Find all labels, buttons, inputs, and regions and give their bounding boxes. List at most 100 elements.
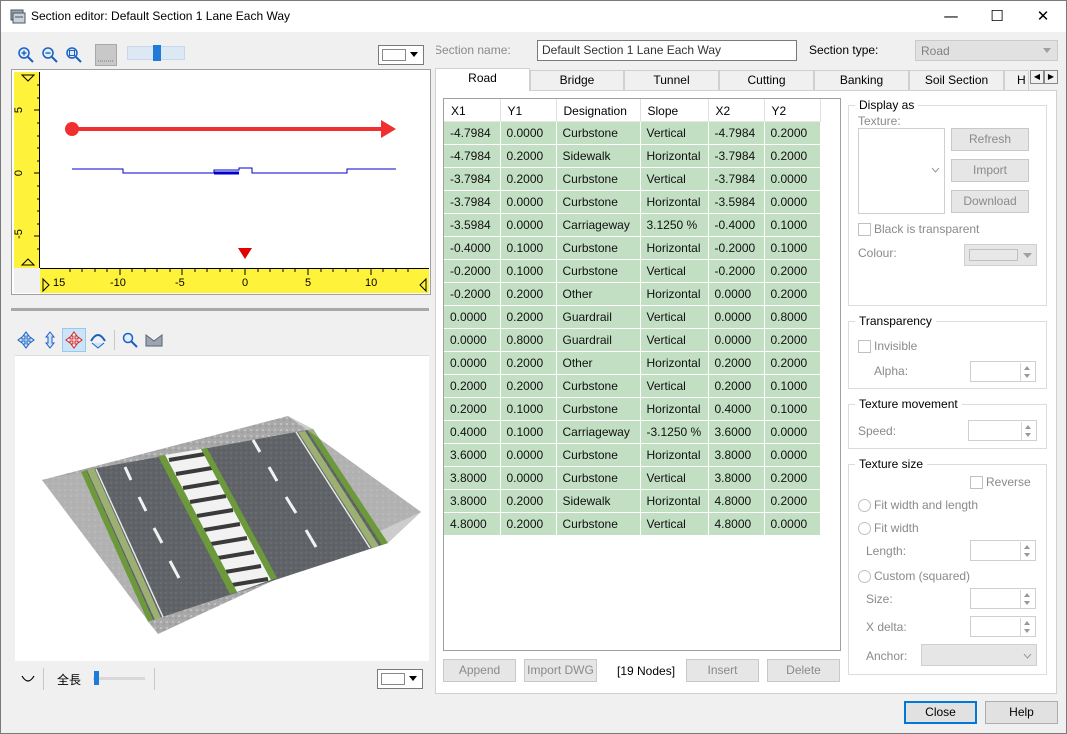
table-cell[interactable]: -3.7984 [708,144,765,168]
table-row[interactable]: -4.7984 0.2000 Sidewalk Horizontal -3.7984 0.… [444,144,821,168]
table-cell[interactable]: -3.7984 [708,167,765,191]
table-cell[interactable]: Vertical [640,512,709,536]
table-row[interactable]: -0.4000 0.1000 Curbstone Horizontal -0.2000 0… [444,236,821,260]
table-cell[interactable]: 3.1250 % [640,213,709,237]
table-cell[interactable]: Horizontal [640,144,709,168]
table-cell[interactable]: 0.2000 [500,489,557,513]
custom-squared-radio[interactable] [858,570,871,583]
table-cell[interactable]: 0.4000 [708,397,765,421]
table-cell[interactable]: 3.8000 [444,466,501,490]
table-cell[interactable]: 0.4000 [444,420,501,444]
table-cell[interactable]: 0.2000 [764,489,821,513]
table-cell[interactable]: 0.2000 [764,466,821,490]
table-cell[interactable]: Horizontal [640,489,709,513]
table-cell[interactable]: Horizontal [640,397,709,421]
import-button[interactable]: Import [951,159,1029,182]
table-cell[interactable]: 0.2000 [764,144,821,168]
table-cell[interactable]: 0.0000 [708,282,765,306]
zoom-icon[interactable] [122,332,138,348]
table-cell[interactable]: Vertical [640,167,709,191]
tab-scroll-left-icon[interactable]: ◀ [1030,70,1044,84]
reset-view-icon[interactable] [145,332,163,348]
length-slider[interactable] [93,671,145,685]
table-cell[interactable]: 0.2000 [500,282,557,306]
table-cell[interactable]: 0.0000 [444,351,501,375]
section-type-combo[interactable]: Road [915,40,1058,61]
close-window-button[interactable]: ✕ [1020,1,1066,32]
table-row[interactable]: 3.6000 0.0000 Curbstone Horizontal 3.8000 0.0… [444,443,821,467]
table-cell[interactable]: 3.6000 [444,443,501,467]
table-row[interactable]: 0.0000 0.2000 Guardrail Vertical 0.0000 0.800… [444,305,821,329]
help-button[interactable]: Help [985,701,1058,724]
table-cell[interactable]: Horizontal [640,351,709,375]
speed-spinner[interactable] [968,420,1037,441]
table-cell[interactable]: 0.2000 [764,351,821,375]
table-cell[interactable]: 0.2000 [500,351,557,375]
section-profile-view[interactable]: 5 0 -5 15 -10 -5 0 5 10 [11,69,431,295]
texture-picker[interactable] [858,128,945,214]
table-cell[interactable]: Curbstone [556,121,641,145]
view3d-color-combo[interactable] [377,669,423,689]
table-cell[interactable]: -0.4000 [708,213,765,237]
length-slider-thumb[interactable] [94,671,99,685]
table-cell[interactable]: -0.4000 [444,236,501,260]
fit-width-radio[interactable] [858,522,871,535]
table-cell[interactable]: Curbstone [556,466,641,490]
table-cell[interactable]: Horizontal [640,282,709,306]
table-cell[interactable]: 0.0000 [500,190,557,214]
col-header-designation[interactable]: Designation [556,99,641,122]
reverse-checkbox[interactable] [970,476,983,489]
table-cell[interactable]: 0.0000 [444,305,501,329]
table-cell[interactable]: Vertical [640,121,709,145]
table-cell[interactable]: Curbstone [556,374,641,398]
invisible-checkbox[interactable] [858,340,871,353]
table-cell[interactable]: 0.0000 [764,443,821,467]
table-cell[interactable]: 0.1000 [764,374,821,398]
import-dwg-button[interactable]: Import DWG [524,659,597,682]
table-cell[interactable]: Sidewalk [556,144,641,168]
table-cell[interactable]: 0.0000 [764,420,821,444]
table-cell[interactable]: -3.7984 [444,167,501,191]
table-cell[interactable]: -0.2000 [708,236,765,260]
anchor-combo[interactable] [921,644,1037,666]
insert-button[interactable]: Insert [686,659,759,682]
table-cell[interactable]: 0.2000 [764,259,821,283]
table-cell[interactable]: Other [556,282,641,306]
col-header-y2[interactable]: Y2 [764,99,821,122]
table-cell[interactable]: 0.0000 [764,512,821,536]
table-cell[interactable]: Vertical [640,259,709,283]
table-cell[interactable]: -3.7984 [444,190,501,214]
table-cell[interactable]: 0.0000 [500,121,557,145]
table-cell[interactable]: Curbstone [556,190,641,214]
tab-tunnel[interactable]: Tunnel [624,70,719,90]
table-cell[interactable]: Curbstone [556,167,641,191]
table-row[interactable]: -0.2000 0.2000 Other Horizontal 0.0000 0.2000 [444,282,821,306]
grid-toggle-button[interactable] [95,44,117,66]
black-transparent-checkbox[interactable] [858,223,871,236]
table-cell[interactable]: Guardrail [556,328,641,352]
tab-overflow[interactable]: H [1004,70,1029,90]
table-cell[interactable]: Vertical [640,374,709,398]
table-cell[interactable]: 0.2000 [764,121,821,145]
table-cell[interactable]: Horizontal [640,443,709,467]
table-cell[interactable]: Carriageway [556,420,641,444]
view3d-canvas[interactable] [15,355,429,661]
table-cell[interactable]: -4.7984 [444,144,501,168]
section-name-input[interactable]: Default Section 1 Lane Each Way [537,40,797,61]
table-cell[interactable]: Carriageway [556,213,641,237]
node-grid[interactable]: X1 Y1 Designation Slope X2 Y2 -4.7984 0.0… [443,98,841,651]
table-cell[interactable]: 4.8000 [444,512,501,536]
table-cell[interactable]: 0.0000 [708,305,765,329]
table-cell[interactable]: 0.1000 [500,236,557,260]
table-cell[interactable]: -0.2000 [444,259,501,283]
download-button[interactable]: Download [951,190,1029,213]
table-cell[interactable]: Horizontal [640,236,709,260]
rotate-icon[interactable] [17,331,35,349]
table-row[interactable]: 0.4000 0.1000 Carriageway -3.1250 % 3.6000 0.… [444,420,821,444]
table-cell[interactable]: 0.8000 [500,328,557,352]
zoom-fit-icon[interactable] [65,46,83,64]
table-cell[interactable]: Curbstone [556,512,641,536]
alpha-spinner[interactable] [970,361,1036,382]
table-cell[interactable]: 3.6000 [708,420,765,444]
table-cell[interactable]: 0.0000 [500,466,557,490]
